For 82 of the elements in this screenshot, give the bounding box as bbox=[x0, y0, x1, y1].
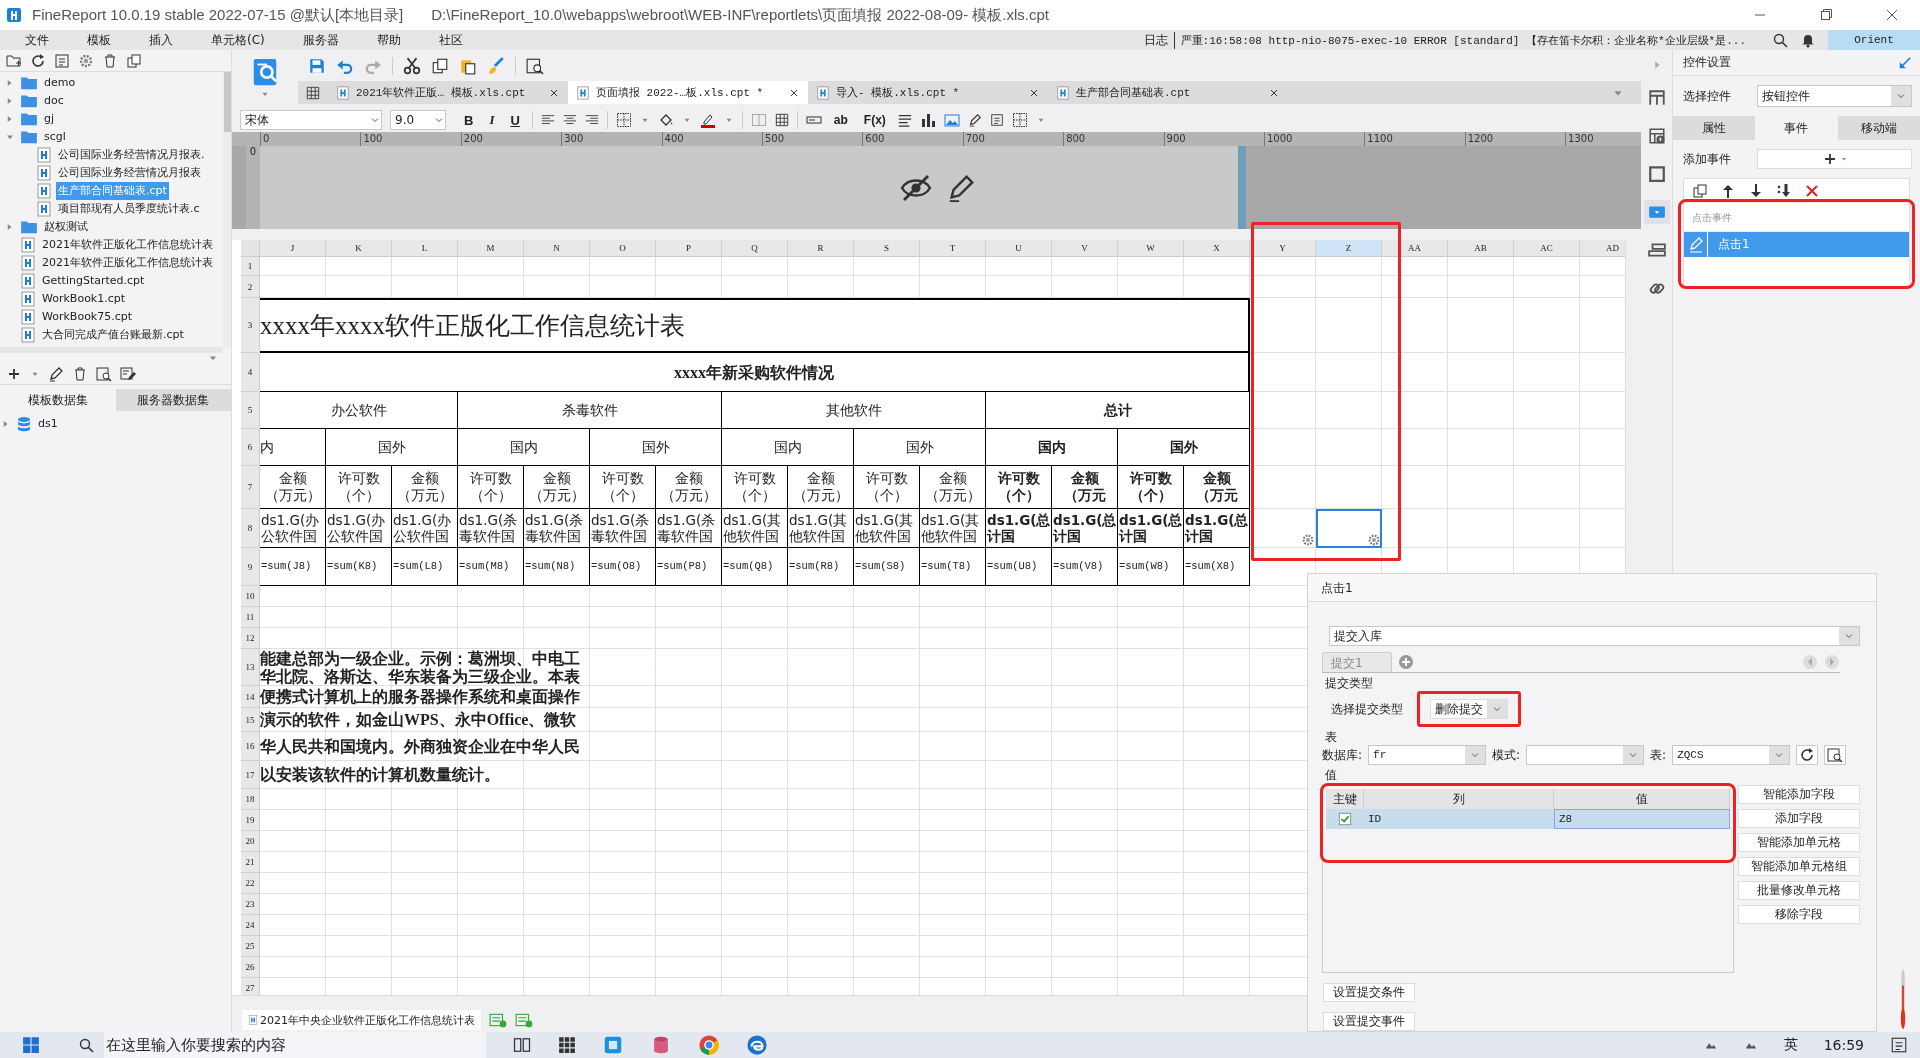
sheet-title: xxxx年xxxx软件正版化工作信息统计表 bbox=[260, 298, 1250, 353]
panel-title: 控件设置 bbox=[1683, 54, 1731, 71]
field-label: 添加事件 bbox=[1683, 150, 1732, 168]
ruler: 0 100 200 300 400 500 600 700 800 900 1000 1100 1200 1300 bbox=[232, 132, 1641, 146]
section-label: 值 bbox=[1324, 767, 1338, 783]
table-cell: 金额（万元） bbox=[260, 466, 326, 509]
table-cell: ds1.G(总计国 bbox=[1118, 509, 1184, 548]
field-label: 选择提交类型 bbox=[1330, 700, 1403, 718]
table-cell: =sum(V8) bbox=[1052, 548, 1118, 586]
table-cell: 许可数（个） bbox=[458, 466, 524, 509]
field-label: 选择控件 bbox=[1683, 87, 1732, 105]
table-cell: 金额（万元） bbox=[788, 466, 854, 509]
table-cell: ds1.G(其他软件国 bbox=[854, 509, 920, 548]
table-cell: ds1.G(杀毒软件国 bbox=[458, 509, 524, 548]
table-cell: =sum(M8) bbox=[458, 548, 524, 586]
table-cell: ds1.G(总计国 bbox=[1052, 509, 1118, 548]
note-text: 能建总部为一级企业。示例：葛洲坝、中电工 bbox=[260, 649, 788, 667]
table-cell: =sum(R8) bbox=[788, 548, 854, 586]
field-label: 表: bbox=[1650, 746, 1667, 764]
table-cell: ds1.G(其他软件国 bbox=[722, 509, 788, 548]
table-cell: =sum(W8) bbox=[1118, 548, 1184, 586]
table-cell: ds1.G(其他软件国 bbox=[920, 509, 986, 548]
table-cell: 国外 bbox=[590, 429, 722, 466]
note-text: 以安装该软件的计算机数量统计。 bbox=[260, 761, 788, 789]
table-cell: 国内 bbox=[986, 429, 1118, 466]
table-cell: 国外 bbox=[854, 429, 986, 466]
table-cell: 国外 bbox=[326, 429, 458, 466]
table-cell: =sum(L8) bbox=[392, 548, 458, 586]
table-cell: 许可数（个） bbox=[722, 466, 788, 509]
table-cell: =sum(X8) bbox=[1184, 548, 1250, 586]
note-text: 便携式计算机上的服务器操作系统和桌面操作 bbox=[260, 686, 788, 708]
note-text: 华人民共和国境内。外商独资企业在中华人民 bbox=[260, 732, 788, 761]
table-cell: 许可数（个） bbox=[590, 466, 656, 509]
table-cell: 金额（万元） bbox=[392, 466, 458, 509]
section-label: 表 bbox=[1324, 729, 1338, 745]
table-cell: 许可数（个） bbox=[1118, 466, 1184, 509]
field-label: 模式: bbox=[1492, 746, 1521, 764]
field-label: 数据库: bbox=[1322, 746, 1363, 764]
table-cell: =sum(S8) bbox=[854, 548, 920, 586]
table-cell: 内 bbox=[260, 429, 326, 466]
table-cell: ds1.G(杀毒软件国 bbox=[656, 509, 722, 548]
table-cell: 办公软件 bbox=[260, 392, 458, 429]
table-cell: ds1.G(杀毒软件国 bbox=[590, 509, 656, 548]
log-message: 严重:16:58:08 http-nio-8075-exec-10 ERROR [standard] 【存在笛卡尔积：企业名称*企业层级*是... bbox=[1180, 33, 1746, 48]
table-cell: ds1.G(杀毒软件国 bbox=[524, 509, 590, 548]
table-cell: =sum(T8) bbox=[920, 548, 986, 586]
sheet-subtitle: xxxx年新采购软件情况 bbox=[260, 353, 1250, 392]
table-cell: 总计 bbox=[986, 392, 1250, 429]
table-cell: ds1.G(办公软件国 bbox=[392, 509, 458, 548]
table-cell: 国外 bbox=[1118, 429, 1250, 466]
table-cell: =sum(U8) bbox=[986, 548, 1052, 586]
vertical-ruler: 0 bbox=[246, 146, 260, 229]
table-cell: 金额（万元 bbox=[1184, 466, 1250, 509]
table-cell: =sum(O8) bbox=[590, 548, 656, 586]
table-cell: 许可数（个） bbox=[986, 466, 1052, 509]
table-cell: ds1.G(办公软件国 bbox=[326, 509, 392, 548]
table-cell: 金额（万元） bbox=[656, 466, 722, 509]
table-cell: ds1.G(办公软件国 bbox=[260, 509, 326, 548]
table-cell: =sum(J8) bbox=[260, 548, 326, 586]
table-cell: ds1.G(总计国 bbox=[1184, 509, 1250, 548]
table-cell: ds1.G(其他软件国 bbox=[788, 509, 854, 548]
window-title: FineReport 10.0.19 stable 2022-07-15 @默认[本地目录] bbox=[32, 5, 404, 25]
table-cell: =sum(N8) bbox=[524, 548, 590, 586]
table-cell: 杀毒软件 bbox=[458, 392, 722, 429]
note-text: 演示的软件，如金山WPS、永中Office、微软 bbox=[260, 708, 788, 732]
table-cell: 金额（万元 bbox=[1052, 466, 1118, 509]
table-cell: 金额（万元） bbox=[920, 466, 986, 509]
table-cell: =sum(P8) bbox=[656, 548, 722, 586]
table-cell: 金额（万元） bbox=[524, 466, 590, 509]
table-cell-text: ID bbox=[1367, 812, 1383, 827]
section-label: 提交类型 bbox=[1324, 675, 1374, 691]
table-cell: =sum(K8) bbox=[326, 548, 392, 586]
table-cell: 国内 bbox=[722, 429, 854, 466]
note-text: 华北院、洛斯达、华东装备为三级企业。本表 bbox=[260, 668, 788, 686]
table-cell: =sum(Q8) bbox=[722, 548, 788, 586]
table-cell: 许可数（个） bbox=[326, 466, 392, 509]
file-path: D:\FineReport_10.0\webapps\webroot\WEB-INF\reportlets\页面填报 2022-08-09- 模板.xls.cpt bbox=[431, 5, 1049, 25]
table-cell: ds1.G(总计国 bbox=[986, 509, 1052, 548]
dialog-title: 点击1 bbox=[1308, 574, 1876, 602]
table-cell: 国内 bbox=[458, 429, 590, 466]
table-cell: 许可数（个） bbox=[854, 466, 920, 509]
table-cell: 其他软件 bbox=[722, 392, 986, 429]
